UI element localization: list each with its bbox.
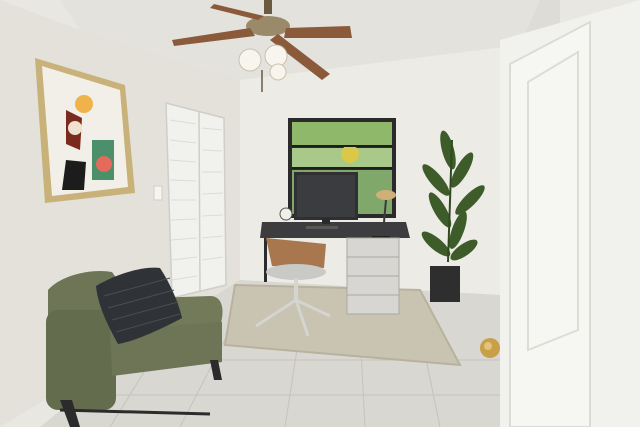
light-switch [153, 185, 163, 201]
door [480, 0, 640, 427]
drawer-cabinet [346, 237, 400, 315]
desk-clock [279, 207, 293, 221]
closet-bifold-door [165, 102, 227, 299]
room-scene [0, 0, 640, 427]
